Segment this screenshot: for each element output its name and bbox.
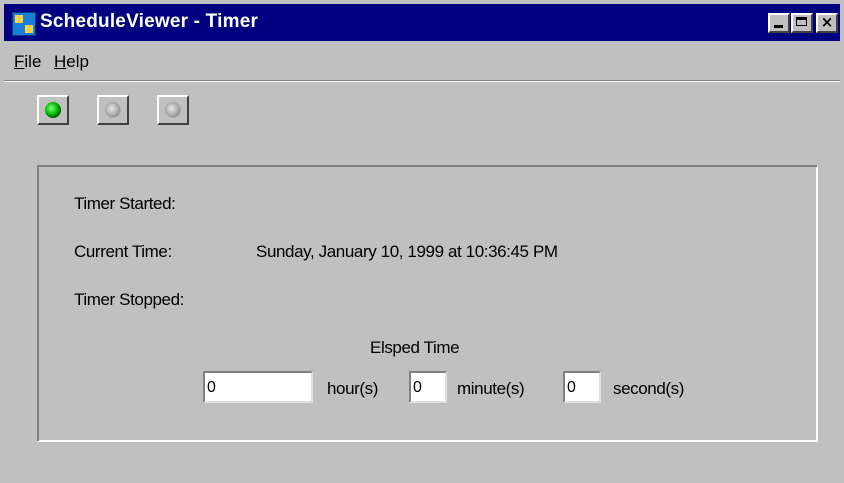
app-calendar-icon[interactable] [12, 12, 36, 36]
menu-help-label: elp [66, 52, 89, 71]
menu-help[interactable]: Help [54, 52, 89, 72]
hours-field[interactable] [203, 371, 313, 403]
seconds-field[interactable] [563, 371, 601, 403]
minimize-icon [774, 25, 783, 28]
menu-bar: File Help [4, 44, 840, 78]
timer-window: ScheduleViewer - Timer × File Help Timer… [0, 0, 844, 483]
stop-timer-button[interactable] [97, 95, 129, 125]
toolbar [4, 80, 840, 143]
close-icon: × [820, 13, 834, 31]
green-led-icon [45, 102, 61, 118]
gray-led-icon [165, 102, 181, 118]
minimize-button[interactable] [768, 13, 790, 33]
seconds-unit-label: second(s) [613, 379, 685, 398]
menu-file-mnemonic: F [14, 52, 25, 71]
maximize-button[interactable] [791, 13, 813, 33]
close-button[interactable]: × [816, 13, 838, 33]
reset-timer-button[interactable] [157, 95, 189, 125]
timer-stopped-label: Timer Stopped: [74, 290, 184, 309]
minutes-field[interactable] [409, 371, 447, 403]
maximize-icon [796, 17, 807, 26]
window-title: ScheduleViewer - Timer [40, 11, 259, 32]
menu-file[interactable]: File [14, 52, 41, 72]
elapsed-time-label: Elsped Time [370, 338, 460, 357]
timer-started-label: Timer Started: [74, 194, 176, 213]
title-bar[interactable]: ScheduleViewer - Timer × [4, 4, 840, 41]
current-time-label: Current Time: [74, 242, 172, 261]
minutes-unit-label: minute(s) [457, 379, 525, 398]
menu-file-label: ile [24, 52, 42, 71]
gray-led-icon [105, 102, 121, 118]
timer-panel: Timer Started: Current Time: Sunday, Jan… [37, 165, 818, 442]
current-time-value: Sunday, January 10, 1999 at 10:36:45 PM [256, 242, 558, 261]
menu-help-mnemonic: H [54, 52, 67, 71]
hours-unit-label: hour(s) [327, 379, 379, 398]
start-timer-button[interactable] [37, 95, 69, 125]
